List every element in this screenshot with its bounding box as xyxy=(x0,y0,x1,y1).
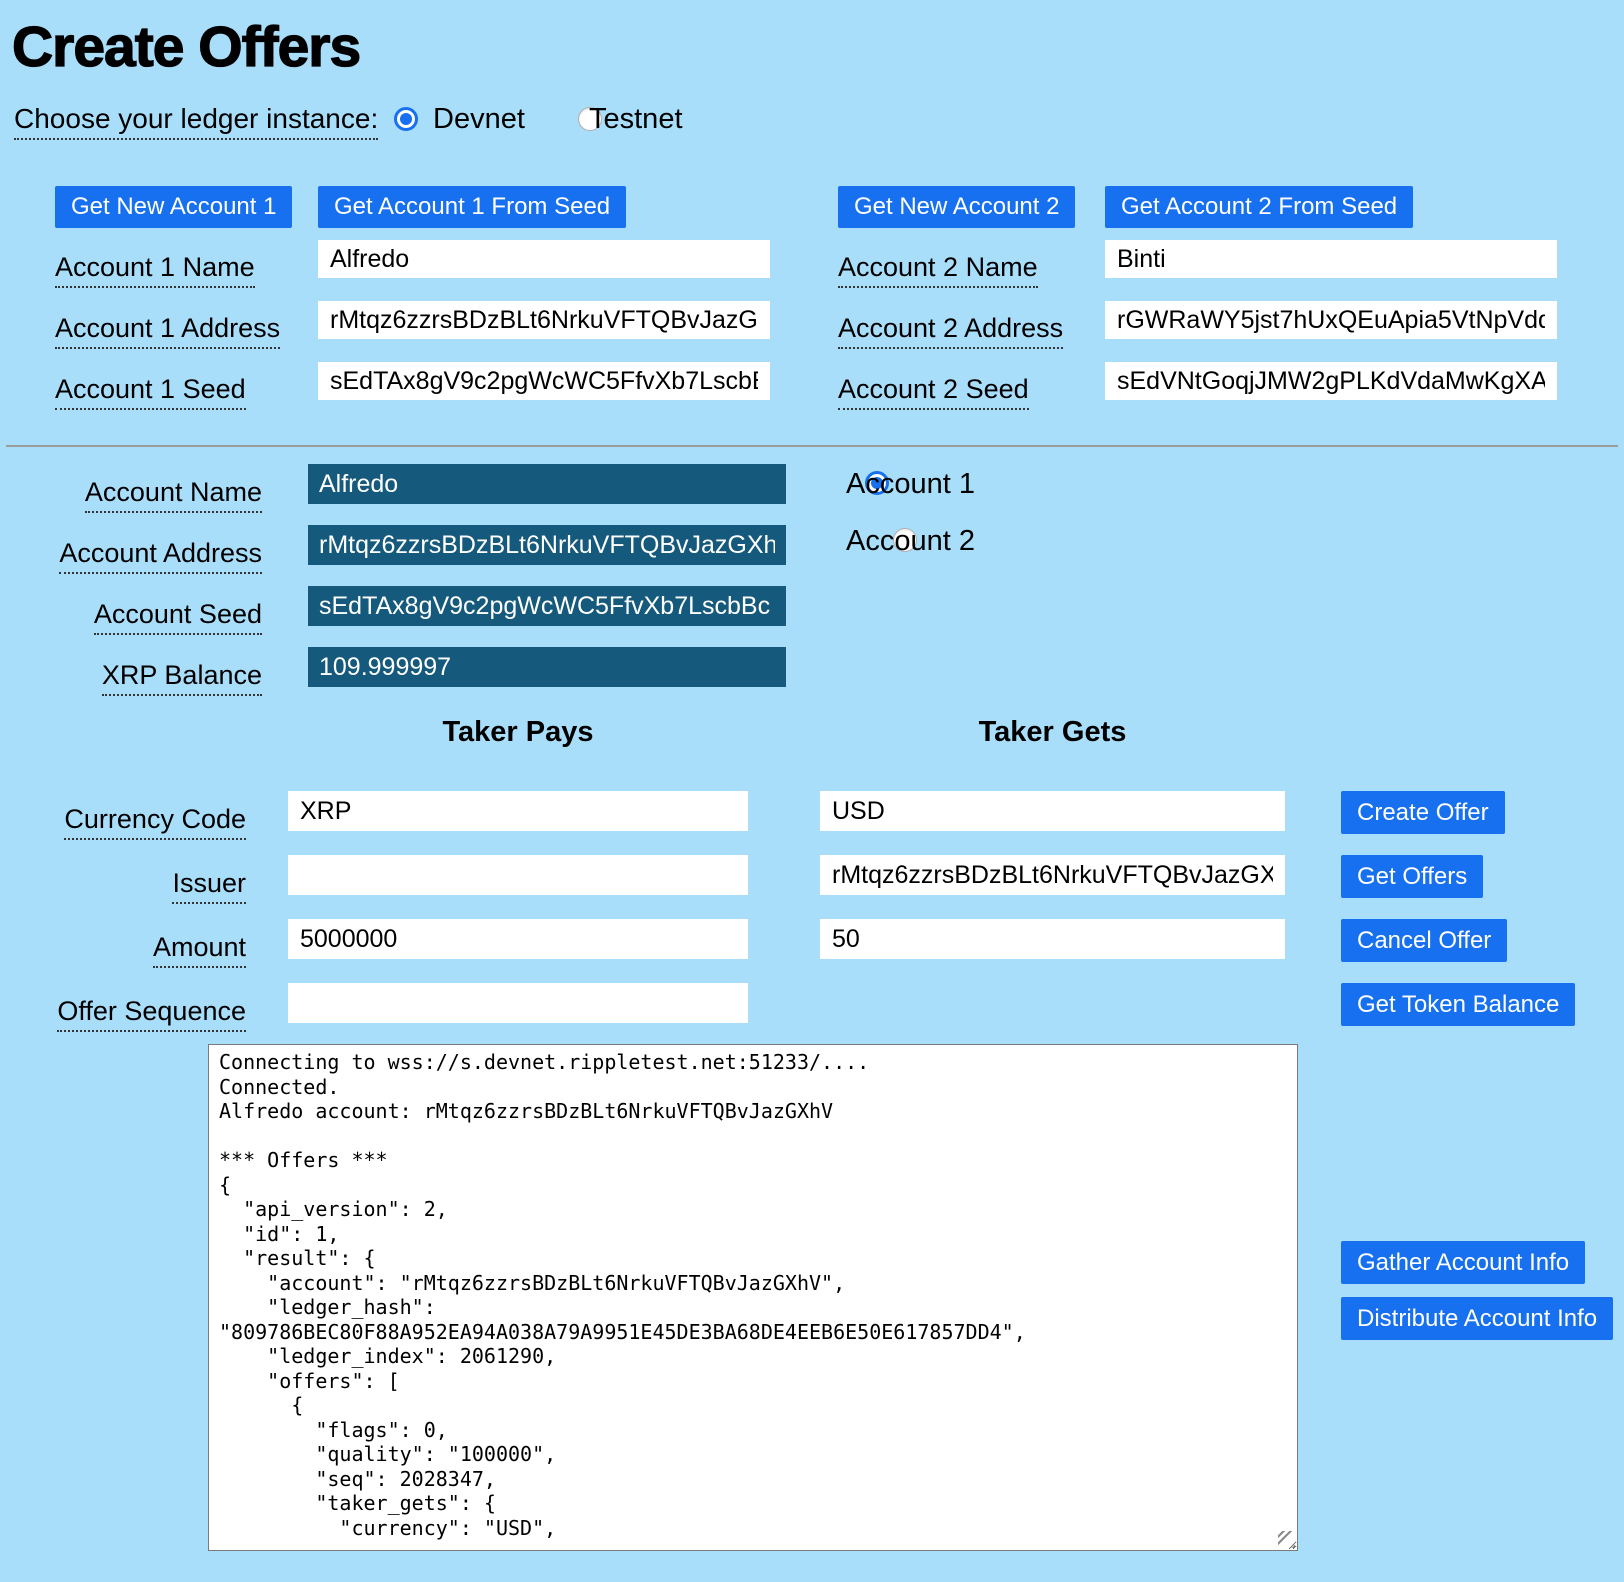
taker-pays-amount-input[interactable] xyxy=(288,919,748,959)
account1-address-label: Account 1 Address xyxy=(55,313,280,349)
offer-sequence-label: Offer Sequence xyxy=(57,996,246,1032)
get-offers-button[interactable]: Get Offers xyxy=(1341,855,1483,898)
get-account2-from-seed-button[interactable]: Get Account 2 From Seed xyxy=(1105,186,1413,228)
cancel-offer-button[interactable]: Cancel Offer xyxy=(1341,919,1507,962)
taker-pays-currency-input[interactable] xyxy=(288,791,748,831)
create-offer-button[interactable]: Create Offer xyxy=(1341,791,1505,834)
distribute-account-info-button[interactable]: Distribute Account Info xyxy=(1341,1297,1613,1340)
issuer-label: Issuer xyxy=(172,868,246,904)
xrp-balance-label: XRP Balance xyxy=(102,660,262,696)
create-offers-page: Create Offers Choose your ledger instanc… xyxy=(0,0,1624,1582)
get-token-balance-button[interactable]: Get Token Balance xyxy=(1341,983,1575,1026)
account-address-field[interactable] xyxy=(308,525,786,565)
account1-name-label: Account 1 Name xyxy=(55,252,255,288)
account2-seed-label: Account 2 Seed xyxy=(838,374,1029,410)
get-new-account1-button[interactable]: Get New Account 1 xyxy=(55,186,292,228)
account1-seed-input[interactable] xyxy=(318,362,770,400)
ledger-instance-row: Choose your ledger instance: xyxy=(14,103,378,140)
get-account1-from-seed-button[interactable]: Get Account 1 From Seed xyxy=(318,186,626,228)
devnet-radio[interactable] xyxy=(394,107,418,131)
account-name-label: Account Name xyxy=(85,477,262,513)
testnet-label[interactable]: Testnet xyxy=(589,103,683,136)
page-title: Create Offers xyxy=(12,14,360,80)
account-name-field[interactable] xyxy=(308,464,786,504)
devnet-label[interactable]: Devnet xyxy=(433,103,525,136)
account2-name-input[interactable] xyxy=(1105,240,1557,278)
amount-label: Amount xyxy=(153,932,246,968)
taker-gets-amount-input[interactable] xyxy=(820,919,1285,959)
account2-radio-label[interactable]: Account 2 xyxy=(846,525,975,558)
account2-address-input[interactable] xyxy=(1105,301,1557,339)
account2-address-label: Account 2 Address xyxy=(838,313,1063,349)
account1-name-input[interactable] xyxy=(318,240,770,278)
currency-code-label: Currency Code xyxy=(64,804,246,840)
account1-address-input[interactable] xyxy=(318,301,770,339)
account2-name-label: Account 2 Name xyxy=(838,252,1038,288)
taker-gets-header: Taker Gets xyxy=(820,716,1285,749)
account1-seed-label: Account 1 Seed xyxy=(55,374,246,410)
account-seed-field[interactable] xyxy=(308,586,786,626)
taker-gets-issuer-input[interactable] xyxy=(820,855,1285,895)
account2-seed-input[interactable] xyxy=(1105,362,1557,400)
ledger-instance-label: Choose your ledger instance: xyxy=(14,103,378,140)
account-seed-label: Account Seed xyxy=(94,599,262,635)
offer-sequence-input[interactable] xyxy=(288,983,748,1023)
xrp-balance-field[interactable] xyxy=(308,647,786,687)
taker-pays-issuer-input[interactable] xyxy=(288,855,748,895)
get-new-account2-button[interactable]: Get New Account 2 xyxy=(838,186,1075,228)
taker-gets-currency-input[interactable] xyxy=(820,791,1285,831)
gather-account-info-button[interactable]: Gather Account Info xyxy=(1341,1241,1585,1284)
taker-pays-header: Taker Pays xyxy=(288,716,748,749)
account1-radio-label[interactable]: Account 1 xyxy=(846,468,975,501)
console-output[interactable]: Connecting to wss://s.devnet.rippletest.… xyxy=(208,1044,1298,1551)
account-address-label: Account Address xyxy=(59,538,262,574)
section-divider xyxy=(6,445,1618,447)
